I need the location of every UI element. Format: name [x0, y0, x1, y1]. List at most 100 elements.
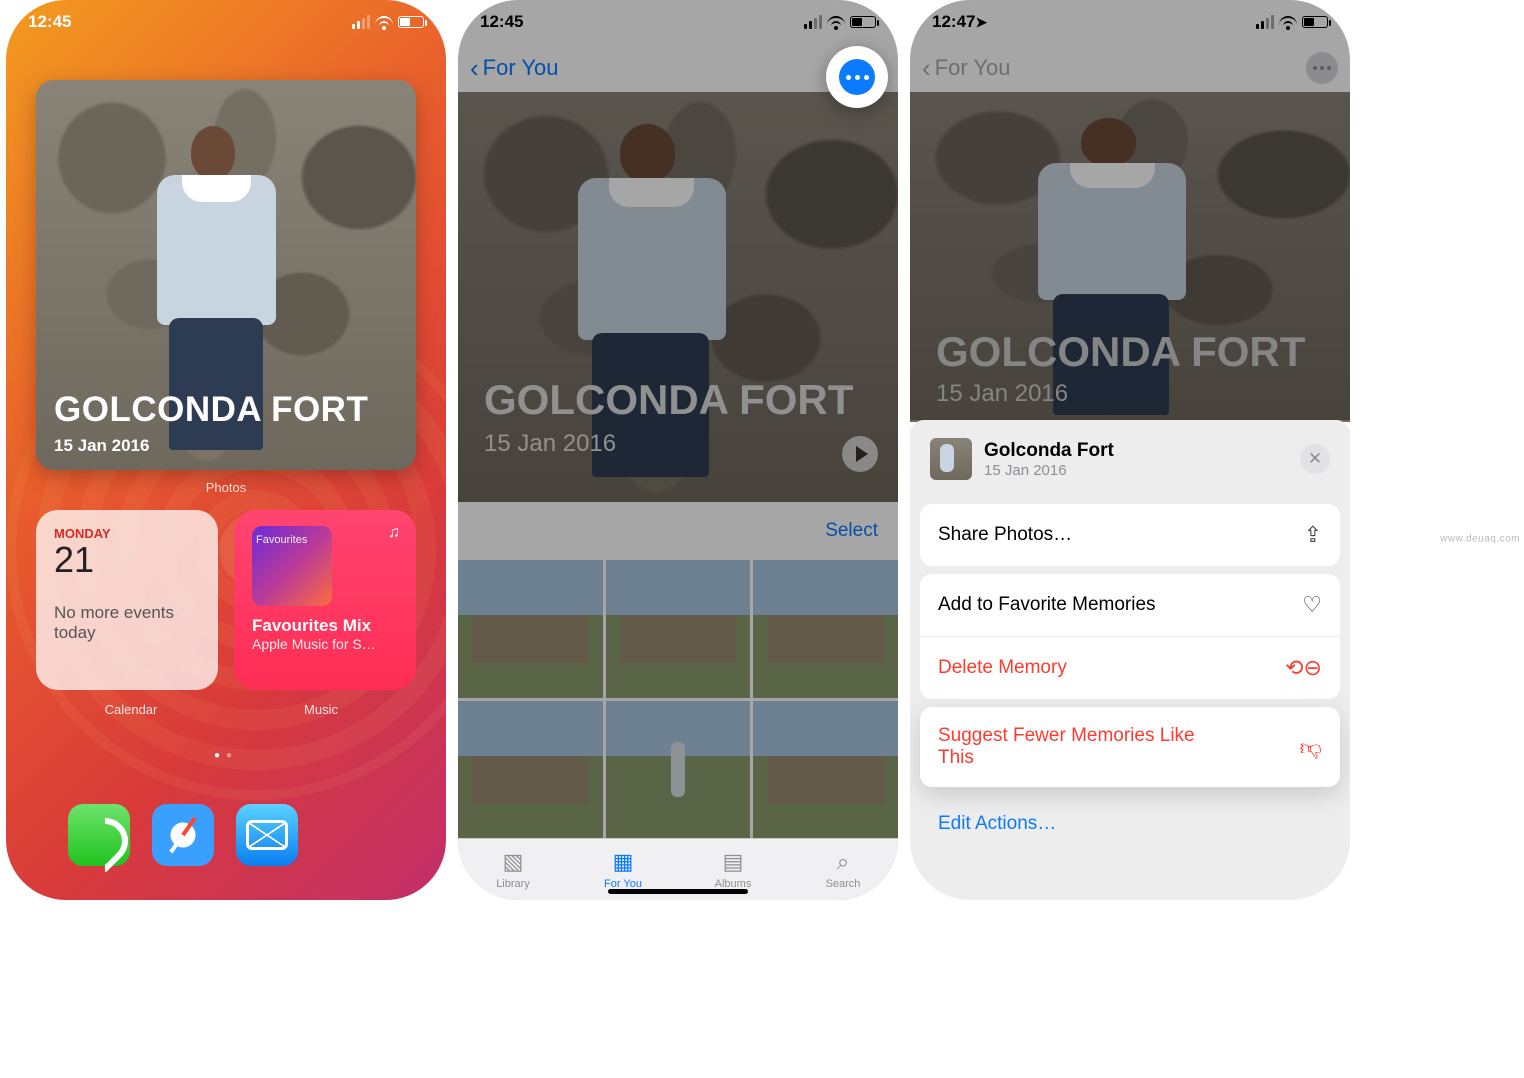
memory-title: GOLCONDA FORT: [936, 328, 1305, 376]
sheet-header: Golconda Fort 15 Jan 2016 ✕: [920, 434, 1340, 496]
status-right: [1256, 15, 1328, 29]
photo-thumb[interactable]: [458, 701, 603, 839]
status-time: 12:47: [932, 12, 975, 32]
calendar-dom: 21: [54, 539, 200, 581]
wifi-icon: [375, 16, 393, 28]
foryou-icon: ▦: [613, 849, 634, 875]
mail-app-icon[interactable]: [236, 804, 298, 866]
row-label: Suggest Fewer Memories Like This: [938, 725, 1218, 769]
memory-title: GOLCONDA FORT: [484, 376, 853, 424]
battery-icon: [850, 16, 876, 28]
memory-title: GOLCONDA FORT: [54, 390, 368, 430]
page-indicator[interactable]: ●●: [6, 750, 446, 761]
status-right: [352, 15, 424, 29]
more-button[interactable]: [826, 46, 888, 108]
back-label: For You: [483, 55, 559, 81]
suggest-fewer-block: Suggest Fewer Memories Like This 👎︎: [920, 707, 1340, 787]
screen-action-sheet: 12:47 ➤ ‹ For You GOLCONDA FORT 15 Jan 2…: [910, 0, 1350, 900]
chevron-left-icon: ‹: [922, 53, 931, 84]
battery-icon: [398, 16, 424, 28]
sheet-subtitle: 15 Jan 2016: [984, 462, 1114, 479]
thumbs-down-icon: 👎︎: [1300, 734, 1322, 761]
memory-date: 15 Jan 2016: [484, 430, 616, 458]
signal-icon: [804, 15, 822, 29]
edit-actions-button[interactable]: Edit Actions…: [920, 795, 1340, 853]
row-label: Add to Favorite Memories: [938, 594, 1156, 616]
photo-thumb[interactable]: [753, 701, 898, 839]
wifi-icon: [1279, 16, 1297, 28]
tab-label: Search: [826, 878, 861, 890]
photo-thumb[interactable]: [606, 560, 751, 698]
status-bar: 12:45: [458, 0, 898, 44]
more-icon: [839, 59, 875, 95]
dock: [46, 787, 406, 882]
row-label: Share Photos…: [938, 524, 1072, 546]
close-button[interactable]: ✕: [1300, 444, 1330, 474]
home-indicator[interactable]: [608, 889, 748, 894]
signal-icon: [1256, 15, 1274, 29]
tab-label: Library: [496, 878, 530, 890]
status-bar: 12:45: [6, 0, 446, 44]
share-photos-button[interactable]: Share Photos… ⇪: [920, 504, 1340, 566]
memory-date: 15 Jan 2016: [936, 380, 1068, 408]
sheet-title: Golconda Fort: [984, 440, 1114, 462]
chevron-left-icon: ‹: [470, 53, 479, 84]
status-bar: 12:47 ➤: [910, 0, 1350, 44]
back-button[interactable]: ‹ For You: [922, 53, 1011, 84]
status-time: 12:45: [28, 12, 71, 32]
widget-app-label-photos: Photos: [6, 480, 446, 495]
share-icon: ⇪: [1304, 522, 1322, 548]
photo-grid: [458, 560, 898, 838]
calendar-label: Calendar: [36, 702, 226, 717]
safari-app-icon[interactable]: [152, 804, 214, 866]
memory-hero[interactable]: GOLCONDA FORT 15 Jan 2016: [458, 92, 898, 502]
music-icon: ♫: [388, 524, 400, 542]
memory-hero: GOLCONDA FORT 15 Jan 2016: [910, 92, 1350, 422]
music-label: Music: [226, 702, 416, 717]
location-icon: ➤: [975, 14, 987, 31]
albums-icon: ▤: [723, 849, 744, 875]
library-icon: ▧: [503, 849, 524, 875]
music-art-label1: Favourites: [256, 534, 307, 546]
tab-library[interactable]: ▧ Library: [458, 839, 568, 900]
sheet-thumb: [930, 438, 972, 480]
music-artwork: Favourites: [252, 526, 332, 606]
action-sheet: Golconda Fort 15 Jan 2016 ✕ Share Photos…: [910, 420, 1350, 900]
heart-icon: ♡: [1302, 592, 1322, 618]
play-button[interactable]: [842, 436, 878, 472]
status-right: [804, 15, 876, 29]
music-title: Favourites Mix: [252, 616, 398, 636]
music-widget[interactable]: ♫ Favourites Favourites Mix Apple Music …: [234, 510, 416, 690]
photo-thumb[interactable]: [753, 560, 898, 698]
tab-search[interactable]: ⌕ Search: [788, 839, 898, 900]
memory-actions-block: Add to Favorite Memories ♡ Delete Memory…: [920, 574, 1340, 699]
suggest-fewer-button[interactable]: Suggest Fewer Memories Like This 👎︎: [920, 707, 1340, 787]
back-button[interactable]: ‹ For You: [470, 53, 559, 84]
share-block: Share Photos… ⇪: [920, 504, 1340, 566]
search-icon: ⌕: [837, 849, 849, 875]
widget-labels: Calendar Music: [36, 702, 416, 717]
nav-bar: ‹ For You: [910, 44, 1350, 92]
calendar-widget[interactable]: MONDAY 21 No more events today: [36, 510, 218, 690]
photo-thumb[interactable]: [606, 701, 751, 839]
memory-widget[interactable]: GOLCONDA FORT 15 Jan 2016: [36, 80, 416, 470]
back-label: For You: [935, 55, 1011, 81]
wifi-icon: [827, 16, 845, 28]
delete-memory-button[interactable]: Delete Memory ⟲⊖: [920, 636, 1340, 699]
row-label: Delete Memory: [938, 657, 1067, 679]
calendar-events: No more events today: [54, 603, 200, 643]
phone-app-icon[interactable]: [68, 804, 130, 866]
battery-icon: [1302, 16, 1328, 28]
music-subtitle: Apple Music for S…: [252, 636, 398, 652]
screen-home: 12:45 GOLCONDA FORT 15 Jan 2016 Photos M…: [6, 0, 446, 900]
memory-date: 15 Jan 2016: [54, 436, 149, 456]
screen-memory-detail: 12:45 ‹ For You GOLCONDA FORT 15 Jan 201…: [458, 0, 898, 900]
more-button-dim[interactable]: [1306, 52, 1338, 84]
row-label: Edit Actions…: [938, 813, 1056, 835]
photo-thumb[interactable]: [458, 560, 603, 698]
delete-icon: ⟲⊖: [1285, 655, 1322, 681]
select-button[interactable]: Select: [825, 520, 878, 542]
add-favorite-button[interactable]: Add to Favorite Memories ♡: [920, 574, 1340, 636]
status-time: 12:45: [480, 12, 523, 32]
signal-icon: [352, 15, 370, 29]
